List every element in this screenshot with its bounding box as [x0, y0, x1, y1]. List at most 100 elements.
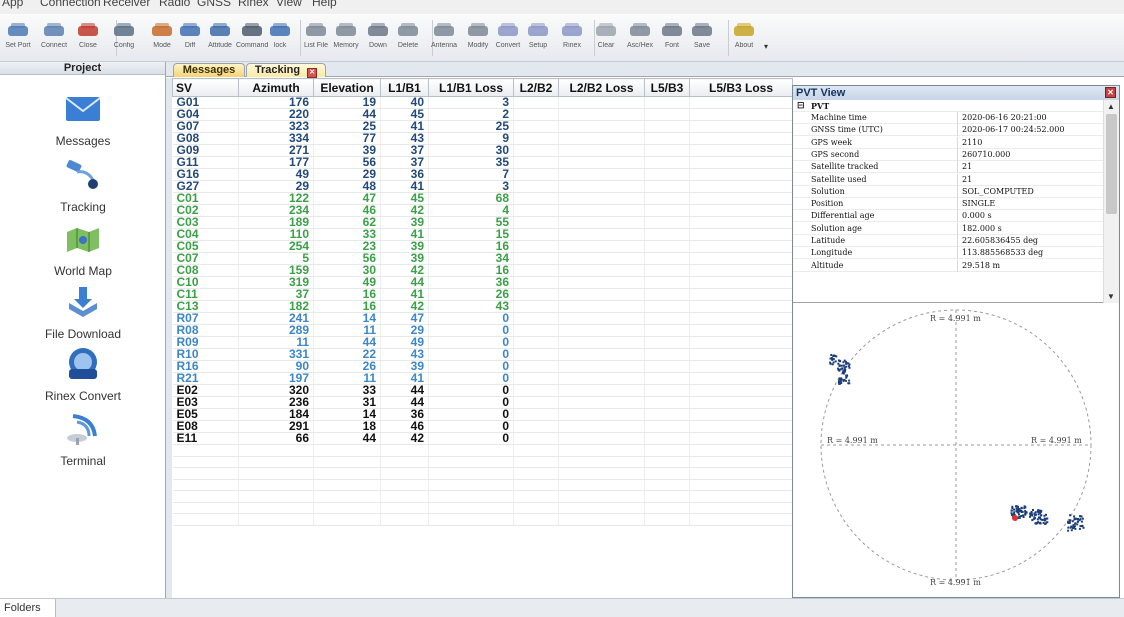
table-row[interactable]: E03 236 31 44 0 — [172, 396, 793, 409]
pvt-row[interactable]: Altitude 29.518 m — [793, 259, 1103, 272]
tab-messages[interactable]: Messages — [173, 63, 245, 77]
pvt-scrollbar[interactable]: ▲ ▼ — [1103, 100, 1119, 303]
table-row[interactable]: G07 323 25 41 25 — [172, 120, 793, 133]
table-row[interactable]: R07 241 14 47 0 — [172, 312, 793, 325]
sidebar-item-messages[interactable]: Messages — [0, 92, 166, 148]
modify-button[interactable]: Modify — [462, 16, 494, 58]
close-button[interactable]: Close — [72, 16, 104, 58]
menu-receiver[interactable]: Receiver — [103, 0, 150, 9]
about-button[interactable]: About ▾ — [728, 16, 768, 58]
pvt-row[interactable]: Position SINGLE — [793, 198, 1103, 211]
lock-button[interactable]: lock — [264, 16, 296, 58]
save-button[interactable]: Save — [686, 16, 718, 58]
table-row[interactable]: R09 11 44 49 0 — [172, 336, 793, 349]
clear-button[interactable]: Clear — [590, 16, 622, 58]
pvt-row[interactable]: Satellite used 21 — [793, 173, 1103, 186]
table-row[interactable]: C11 37 16 41 26 — [172, 288, 793, 301]
table-row[interactable]: R10 331 22 43 0 — [172, 348, 793, 361]
table-row[interactable]: E11 66 44 42 0 — [172, 432, 793, 445]
pvt-group-row[interactable]: ⊟ PVT — [793, 100, 1103, 112]
tab-tracking[interactable]: Tracking ✕ — [246, 63, 326, 78]
column-header[interactable]: Azimuth — [238, 78, 314, 97]
config-button[interactable]: Config — [108, 16, 140, 58]
table-row[interactable]: E02 320 33 44 0 — [172, 384, 793, 397]
table-row[interactable]: G09 271 39 37 30 — [172, 144, 793, 157]
diff-button[interactable]: Diff — [174, 16, 206, 58]
pvt-row[interactable]: Machine time 2020-06-16 20:21:00 — [793, 112, 1103, 124]
sidebar-item-tracking[interactable]: Tracking — [0, 158, 166, 214]
column-header[interactable]: L1/B1 — [380, 78, 429, 97]
asc-hex-button[interactable]: Asc/Hex — [624, 16, 656, 58]
column-header[interactable]: L5/B3 Loss — [689, 78, 793, 97]
table-row[interactable]: C04 110 33 41 15 — [172, 228, 793, 241]
table-row[interactable]: G01 176 19 40 3 — [172, 96, 793, 109]
table-row[interactable]: C08 159 30 42 16 — [172, 264, 793, 277]
table-row[interactable]: E08 291 18 46 0 — [172, 420, 793, 433]
scroll-down-icon[interactable]: ▼ — [1107, 292, 1115, 301]
pvt-row[interactable]: GNSS time (UTC) 2020-06-17 00:24:52.000 — [793, 124, 1103, 137]
table-row[interactable]: C03 189 62 39 55 — [172, 216, 793, 229]
sidebar-item-file-download[interactable]: File Download — [0, 285, 166, 341]
column-header[interactable]: L2/B2 — [513, 78, 559, 97]
menu-radio[interactable]: Radio — [159, 0, 190, 9]
tab-close-icon[interactable]: ✕ — [307, 68, 318, 78]
rinex-button[interactable]: Rinex — [556, 16, 588, 58]
table-cell — [558, 408, 645, 421]
table-row[interactable]: G04 220 44 45 2 — [172, 108, 793, 121]
column-header[interactable]: L1/B1 Loss — [428, 78, 514, 97]
menu-gnss[interactable]: GNSS — [197, 0, 231, 9]
delete-button[interactable]: Delete — [392, 16, 424, 58]
pvt-row[interactable]: GPS week 2110 — [793, 136, 1103, 149]
column-header[interactable]: L2/B2 Loss — [558, 78, 645, 97]
table-row[interactable]: C13 182 16 42 43 — [172, 300, 793, 313]
convert-button[interactable]: Convert — [492, 16, 524, 58]
close-icon[interactable]: ✕ — [1105, 87, 1116, 98]
table-row[interactable]: G27 29 48 41 3 — [172, 180, 793, 193]
setup-button[interactable]: Setup — [522, 16, 554, 58]
pvt-row[interactable]: Solution age 182.000 s — [793, 222, 1103, 235]
scroll-thumb[interactable] — [1106, 114, 1117, 214]
pvt-row[interactable]: GPS second 260710.000 — [793, 148, 1103, 161]
pvt-row[interactable]: Satellite tracked 21 — [793, 161, 1103, 174]
memory-button[interactable]: Memory — [330, 16, 362, 58]
column-header[interactable]: Elevation — [313, 78, 381, 97]
sidebar-item-world-map[interactable]: World Map — [0, 222, 166, 278]
table-row[interactable]: G08 334 77 43 9 — [172, 132, 793, 145]
sidebar-item-terminal[interactable]: Terminal — [0, 412, 166, 468]
table-row[interactable]: C10 319 49 44 36 — [172, 276, 793, 289]
table-row[interactable]: C07 5 56 39 34 — [172, 252, 793, 265]
font-button[interactable]: Font — [656, 16, 688, 58]
pvt-row[interactable]: Differential age 0.000 s — [793, 210, 1103, 223]
scroll-up-icon[interactable]: ▲ — [1107, 102, 1115, 111]
table-row[interactable]: R16 90 26 39 0 — [172, 360, 793, 373]
column-header[interactable]: L5/B3 — [644, 78, 690, 97]
table-row[interactable]: R08 289 11 29 0 — [172, 324, 793, 337]
table-row[interactable]: C05 254 23 39 16 — [172, 240, 793, 253]
attitude-button[interactable]: Attitude — [204, 16, 236, 58]
connect-button[interactable]: Connect — [38, 16, 70, 58]
list-file-button[interactable]: List File — [300, 16, 332, 58]
pvt-row[interactable]: Solution SOL_COMPUTED — [793, 185, 1103, 198]
table-row[interactable]: C01 122 47 45 68 — [172, 192, 793, 205]
table-row[interactable]: G16 49 29 36 7 — [172, 168, 793, 181]
table-row[interactable]: C02 234 46 42 4 — [172, 204, 793, 217]
column-header[interactable]: SV — [172, 78, 239, 97]
collapse-icon[interactable]: ⊟ — [797, 100, 805, 112]
table-cell — [513, 513, 559, 526]
down-button[interactable]: Down — [362, 16, 394, 58]
folders-tab[interactable]: Folders — [0, 599, 56, 617]
pvt-row[interactable]: Longitude 113.885568533 deg — [793, 247, 1103, 260]
antenna-button[interactable]: Antenna — [428, 16, 460, 58]
dropdown-arrow-icon[interactable]: ▾ — [764, 42, 768, 51]
set-port-button[interactable]: Set Port — [2, 16, 34, 58]
menu-rinex[interactable]: Rinex — [238, 0, 269, 9]
menu-connection[interactable]: Connection — [40, 0, 101, 9]
menu-help[interactable]: Help — [312, 0, 337, 9]
table-row[interactable]: G11 177 56 37 35 — [172, 156, 793, 169]
sidebar-item-rinex-convert[interactable]: Rinex Convert — [0, 347, 166, 403]
table-row[interactable]: R21 197 11 41 0 — [172, 372, 793, 385]
table-row[interactable]: E05 184 14 36 0 — [172, 408, 793, 421]
menu-app[interactable]: App — [2, 0, 23, 9]
menu-view[interactable]: View — [276, 0, 302, 9]
pvt-row[interactable]: Latitude 22.605836455 deg — [793, 235, 1103, 247]
